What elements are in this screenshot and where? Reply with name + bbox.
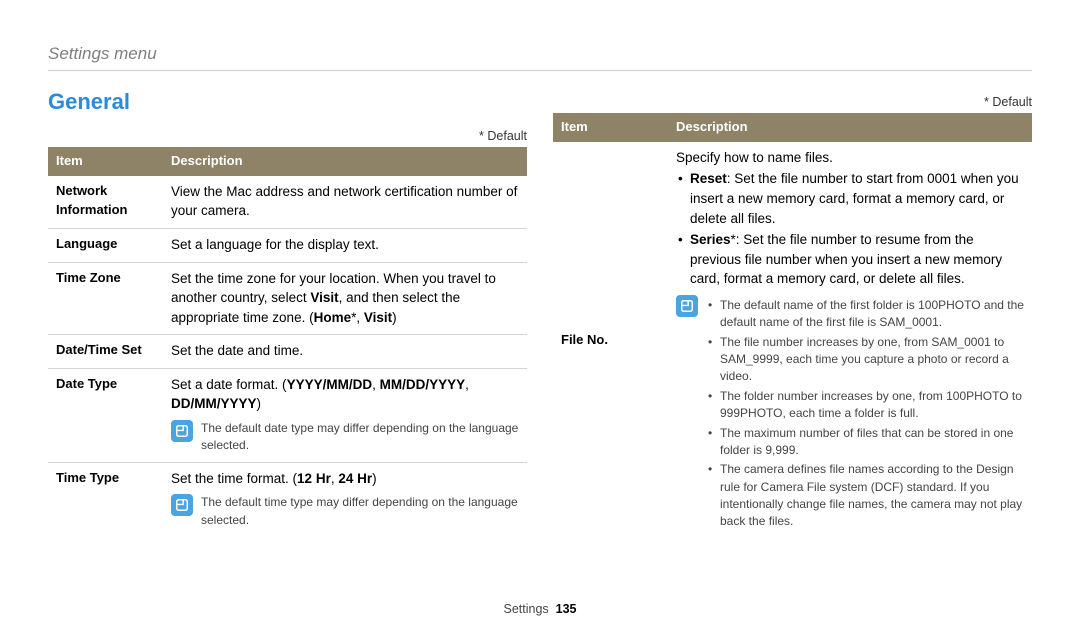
table-row: Date/Time SetSet the date and time.: [48, 335, 527, 369]
item-description: Set a date format. (YYYY/MM/DD, MM/DD/YY…: [163, 368, 527, 462]
item-label: Date Type: [48, 368, 163, 462]
item-description: Specify how to name files. Reset: Set th…: [668, 142, 1032, 540]
item-label: Network Information: [48, 176, 163, 229]
page-footer: Settings 135: [0, 602, 1080, 616]
footer-section: Settings: [504, 602, 549, 616]
item-description: Set the date and time.: [163, 335, 527, 369]
note-text: The default date type may differ dependi…: [201, 420, 519, 455]
note-text: The default name of the first folder is …: [706, 295, 1024, 533]
table-row: Time ZoneSet the time zone for your loca…: [48, 262, 527, 335]
default-note-right: * Default: [553, 95, 1032, 109]
table-row: Time TypeSet the time format. (12 Hr, 24…: [48, 462, 527, 536]
col-header-desc: Description: [163, 147, 527, 176]
note-icon: [676, 295, 698, 317]
note-icon: [171, 494, 193, 516]
divider: [48, 70, 1032, 71]
item-label: Time Zone: [48, 262, 163, 335]
default-note-left: * Default: [48, 129, 527, 143]
table-row: Network InformationView the Mac address …: [48, 176, 527, 229]
item-description: Set the time format. (12 Hr, 24 Hr)The d…: [163, 462, 527, 536]
note-box: The default time type may differ dependi…: [171, 494, 519, 529]
left-column: General * Default Item Description Netwo…: [48, 89, 527, 540]
col-header-desc: Description: [668, 113, 1032, 142]
table-row: File No. Specify how to name files. Rese…: [553, 142, 1032, 540]
breadcrumb: Settings menu: [48, 44, 1032, 64]
list-item: The camera defines file names according …: [706, 461, 1024, 531]
list-item: Reset: Set the file number to start from…: [676, 169, 1024, 228]
item-label: Language: [48, 228, 163, 262]
item-label: Date/Time Set: [48, 335, 163, 369]
list-item: The file number increases by one, from S…: [706, 334, 1024, 386]
item-label: File No.: [553, 142, 668, 540]
item-description: Set a language for the display text.: [163, 228, 527, 262]
section-title: General: [48, 89, 527, 115]
description-list: Reset: Set the file number to start from…: [676, 169, 1024, 288]
note-box: The default date type may differ dependi…: [171, 420, 519, 455]
list-item: The default name of the first folder is …: [706, 297, 1024, 332]
footer-page: 135: [556, 602, 577, 616]
settings-table-right: Item Description File No. Specify how to…: [553, 113, 1032, 540]
item-description: View the Mac address and network certifi…: [163, 176, 527, 229]
col-header-item: Item: [553, 113, 668, 142]
right-column: * Default Item Description File No. Spec…: [553, 89, 1032, 540]
settings-table-left: Item Description Network InformationView…: [48, 147, 527, 536]
item-label: Time Type: [48, 462, 163, 536]
item-description: Set the time zone for your location. Whe…: [163, 262, 527, 335]
table-row: Date TypeSet a date format. (YYYY/MM/DD,…: [48, 368, 527, 462]
list-item: Series*: Set the file number to resume f…: [676, 230, 1024, 289]
table-row: LanguageSet a language for the display t…: [48, 228, 527, 262]
list-item: The folder number increases by one, from…: [706, 388, 1024, 423]
note-text: The default time type may differ dependi…: [201, 494, 519, 529]
col-header-item: Item: [48, 147, 163, 176]
note-icon: [171, 420, 193, 442]
description-intro: Specify how to name files.: [676, 148, 1024, 168]
content-columns: General * Default Item Description Netwo…: [48, 89, 1032, 540]
note-box: The default name of the first folder is …: [676, 295, 1024, 533]
list-item: The maximum number of files that can be …: [706, 425, 1024, 460]
